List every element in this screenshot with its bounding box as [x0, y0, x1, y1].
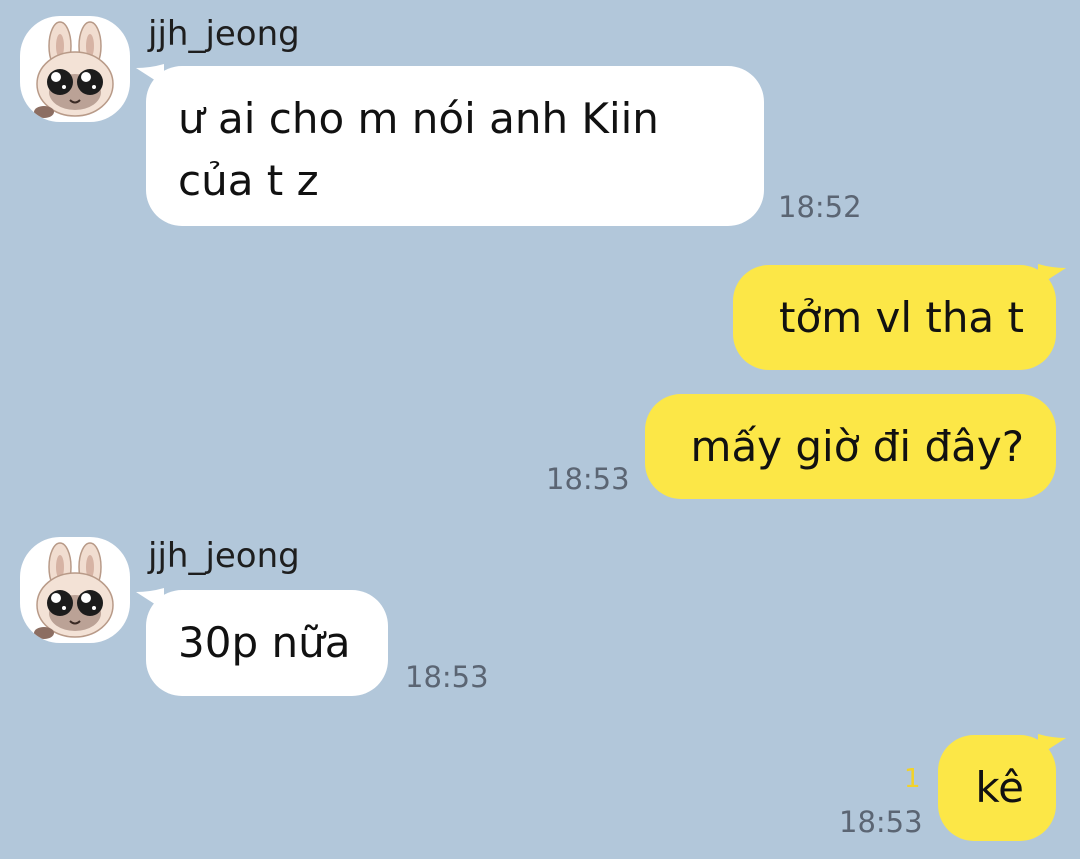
message-text: 30p nữa — [178, 618, 351, 667]
cat-sticker-avatar-icon — [34, 21, 114, 118]
sender-name: jjh_jeong — [148, 14, 300, 54]
message-bubble-outgoing[interactable]: mấy giờ đi đây? — [645, 394, 1056, 499]
message-text: kê — [975, 763, 1024, 812]
message-text-line: của t z — [178, 156, 319, 205]
cat-sticker-avatar-icon — [34, 542, 114, 639]
message-text: tởm vl tha t — [779, 293, 1024, 342]
bubble-tail — [1038, 734, 1066, 756]
unread-count: 1 — [904, 764, 921, 794]
message-text: mấy giờ đi đây? — [690, 422, 1024, 471]
message-bubble-incoming[interactable]: ư ai cho m nói anh Kiin của t z — [146, 66, 764, 226]
message-bubble-incoming[interactable]: 30p nữa — [146, 590, 388, 696]
avatar[interactable] — [20, 537, 130, 643]
sender-name: jjh_jeong — [148, 536, 300, 576]
message-bubble-outgoing[interactable]: tởm vl tha t — [733, 265, 1056, 370]
message-text-line: ư ai cho m nói anh Kiin — [178, 94, 659, 143]
message-time: 18:52 — [778, 190, 862, 224]
message-time: 18:53 — [839, 805, 923, 839]
message-time: 18:53 — [405, 660, 489, 694]
bubble-tail — [1038, 264, 1066, 286]
message-time: 18:53 — [546, 462, 630, 496]
avatar[interactable] — [20, 16, 130, 122]
